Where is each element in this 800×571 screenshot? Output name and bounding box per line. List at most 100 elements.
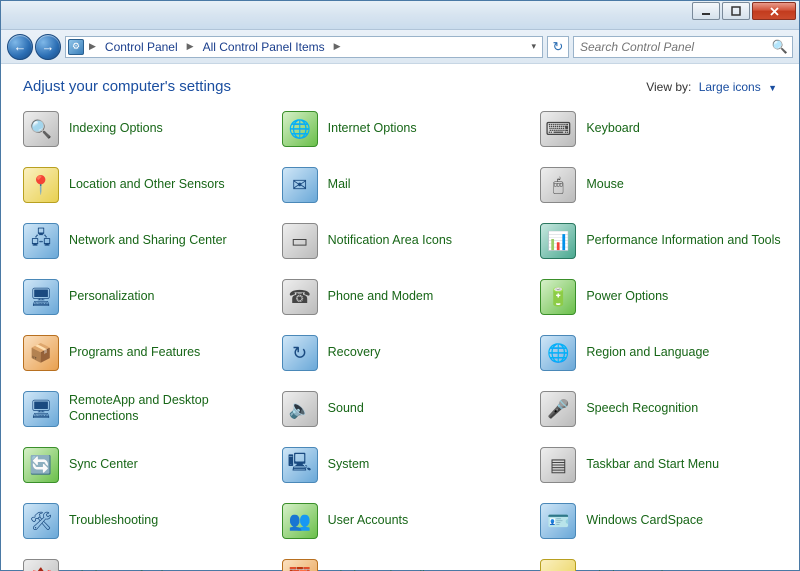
speech-icon: 🎤	[540, 391, 576, 427]
taskbar-icon: ▤	[540, 447, 576, 483]
control-panel-item[interactable]: 🧱Windows Firewall	[282, 555, 533, 571]
window-controls	[692, 2, 796, 20]
item-label[interactable]: Keyboard	[586, 121, 640, 137]
item-label[interactable]: Windows CardSpace	[586, 513, 703, 529]
location-icon: 📍	[23, 167, 59, 203]
minimize-icon	[701, 6, 711, 16]
item-label[interactable]: System	[328, 457, 370, 473]
control-panel-item[interactable]: 📦Programs and Features	[23, 331, 274, 375]
item-label[interactable]: Phone and Modem	[328, 289, 434, 305]
mail-icon: ✉	[282, 167, 318, 203]
chevron-right-icon[interactable]: ▶	[184, 41, 197, 52]
search-icon: 🔍	[23, 111, 59, 147]
users-icon: 👥	[282, 503, 318, 539]
control-panel-item[interactable]: ▭Notification Area Icons	[282, 219, 533, 263]
control-panel-item[interactable]: 🔋 Power Options	[540, 275, 791, 319]
item-label[interactable]: Location and Other Sensors	[69, 177, 225, 193]
chevron-down-icon: ▼	[768, 83, 777, 93]
region-icon: 🌐	[540, 335, 576, 371]
view-by-dropdown[interactable]: Large icons ▼	[699, 80, 777, 94]
control-panel-item[interactable]: ▤ Taskbar and Start Menu	[540, 443, 791, 487]
maximize-icon	[731, 6, 741, 16]
control-panel-item[interactable]: 🌐 Region and Language	[540, 331, 791, 375]
minimize-button[interactable]	[692, 2, 720, 20]
control-panel-item[interactable]: 🔍 Indexing Options	[23, 107, 274, 151]
globe-gear-icon: 🌐	[282, 111, 318, 147]
refresh-button[interactable]: ↻	[547, 36, 569, 58]
view-by-label: View by:	[646, 80, 691, 94]
item-label[interactable]: Sync Center	[69, 457, 138, 473]
breadcrumb-segment[interactable]: All Control Panel Items	[199, 40, 329, 54]
page-title: Adjust your computer's settings	[23, 78, 231, 95]
power-icon: 🔋	[540, 279, 576, 315]
control-panel-item[interactable]: 🎤 Speech Recognition	[540, 387, 791, 431]
close-button[interactable]	[752, 2, 796, 20]
address-bar[interactable]: ⚙ ▶ Control Panel ▶ All Control Panel It…	[65, 36, 543, 58]
firewall-icon: 🧱	[282, 559, 318, 571]
network-icon: 🖧	[23, 223, 59, 259]
control-panel-item[interactable]: 🌐 Internet Options	[282, 107, 533, 151]
control-panel-item[interactable]: 🏰Windows Defender	[23, 555, 274, 571]
control-panel-item[interactable]: 🔄Sync Center	[23, 443, 274, 487]
search-input[interactable]	[578, 39, 772, 55]
item-label[interactable]: Notification Area Icons	[328, 233, 452, 249]
control-panel-item[interactable]: 📍 Location and Other Sensors	[23, 163, 274, 207]
control-panel-item[interactable]: 🛠Troubleshooting	[23, 499, 274, 543]
refresh-icon: ↻	[553, 39, 564, 55]
item-label[interactable]: Sound	[328, 401, 364, 417]
control-panel-item[interactable]: 🖳System	[282, 443, 533, 487]
arrow-right-icon: →	[42, 39, 55, 54]
chevron-right-icon[interactable]: ▶	[331, 41, 344, 52]
items-grid: 🔍 Indexing Options 🌐 Internet Options ⌨Keybo…	[23, 107, 791, 571]
control-panel-item[interactable]: 🖧 Network and Sharing Center	[23, 219, 274, 263]
control-panel-item[interactable]: 🖥Personalization	[23, 275, 274, 319]
search-box[interactable]: 🔍	[573, 36, 793, 58]
view-by-value: Large icons	[699, 80, 761, 94]
titlebar	[1, 1, 799, 30]
back-button[interactable]: ←	[7, 34, 33, 60]
navigation-bar: ← → ⚙ ▶ Control Panel ▶ All Control Pane…	[1, 30, 799, 64]
control-panel-icon: ⚙	[68, 39, 84, 55]
maximize-button[interactable]	[722, 2, 750, 20]
item-label[interactable]: Personalization	[69, 289, 154, 305]
control-panel-item[interactable]: ⌨Keyboard	[540, 107, 791, 151]
item-label[interactable]: Network and Sharing Center	[69, 233, 227, 249]
control-panel-item[interactable]: 📊Performance Information and Tools	[540, 219, 791, 263]
close-icon	[769, 6, 780, 17]
search-icon[interactable]: 🔍	[772, 39, 788, 55]
control-panel-item[interactable]: 👥 User Accounts	[282, 499, 533, 543]
control-panel-item[interactable]: 🖱 Mouse	[540, 163, 791, 207]
item-label[interactable]: Region and Language	[586, 345, 709, 361]
forward-button[interactable]: →	[35, 34, 61, 60]
cardspace-icon: 🪪	[540, 503, 576, 539]
item-label[interactable]: RemoteApp and Desktop Connections	[69, 393, 266, 424]
content-area: 🔍 Indexing Options 🌐 Internet Options ⌨Keybo…	[1, 105, 799, 571]
item-label[interactable]: Troubleshooting	[69, 513, 158, 529]
item-label[interactable]: Taskbar and Start Menu	[586, 457, 719, 473]
control-panel-item[interactable]: ☎ Phone and Modem	[282, 275, 533, 319]
breadcrumb-segment[interactable]: Control Panel	[101, 40, 182, 54]
control-panel-item[interactable]: ↻ Recovery	[282, 331, 533, 375]
content-scroll[interactable]: 🔍 Indexing Options 🌐 Internet Options ⌨Keybo…	[1, 105, 799, 571]
control-panel-item[interactable]: ✉ Mail	[282, 163, 533, 207]
item-label[interactable]: Performance Information and Tools	[586, 233, 780, 249]
item-label[interactable]: Internet Options	[328, 121, 417, 137]
item-label[interactable]: Power Options	[586, 289, 668, 305]
control-panel-item[interactable]: 🖥RemoteApp and Desktop Connections	[23, 387, 274, 431]
item-label[interactable]: Programs and Features	[69, 345, 200, 361]
item-label[interactable]: Recovery	[328, 345, 381, 361]
item-label[interactable]: Mouse	[586, 177, 624, 193]
control-panel-item[interactable]: ⟳Windows Update	[540, 555, 791, 571]
phone-icon: ☎	[282, 279, 318, 315]
address-dropdown[interactable]: ▾	[527, 41, 540, 52]
update-icon: ⟳	[540, 559, 576, 571]
mouse-icon: 🖱	[540, 167, 576, 203]
item-label[interactable]: Mail	[328, 177, 351, 193]
control-panel-item[interactable]: 🔈Sound	[282, 387, 533, 431]
chevron-right-icon[interactable]: ▶	[86, 41, 99, 52]
control-panel-item[interactable]: 🪪 Windows CardSpace	[540, 499, 791, 543]
item-label[interactable]: Speech Recognition	[586, 401, 698, 417]
item-label[interactable]: User Accounts	[328, 513, 409, 529]
recovery-icon: ↻	[282, 335, 318, 371]
item-label[interactable]: Indexing Options	[69, 121, 163, 137]
